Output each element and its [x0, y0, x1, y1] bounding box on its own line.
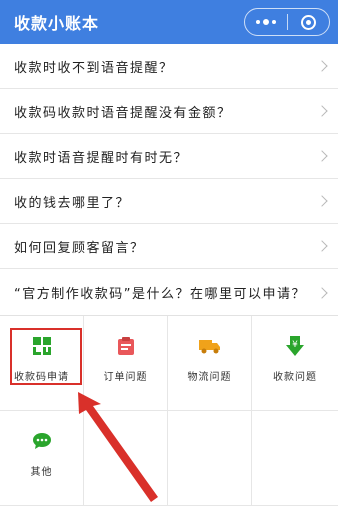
annotation-arrow: [78, 392, 158, 502]
